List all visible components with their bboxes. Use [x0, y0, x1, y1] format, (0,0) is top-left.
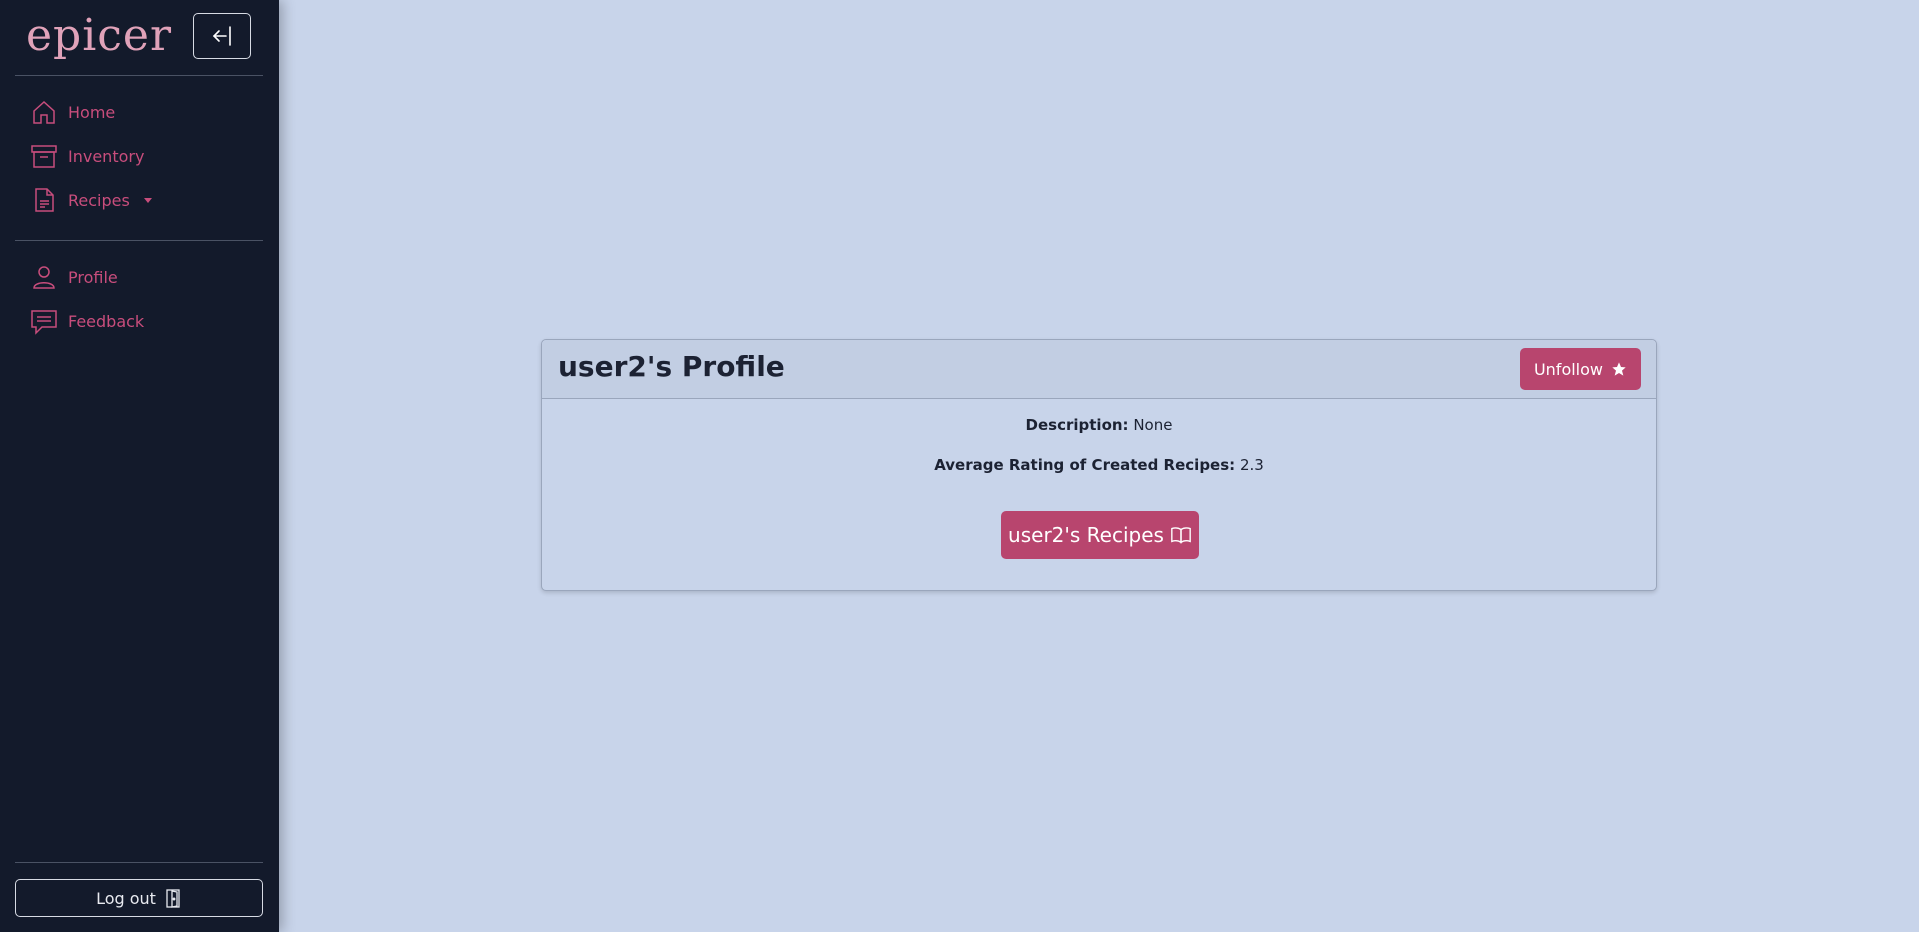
sidebar-divider — [15, 240, 263, 241]
arrow-left-bar-icon — [212, 26, 231, 46]
sidebar: epicer Home Inventory Recipes Profile Fe… — [0, 0, 279, 932]
collapse-sidebar-button[interactable] — [193, 13, 251, 59]
sidebar-item-label: Inventory — [68, 146, 145, 166]
app-logo[interactable]: epicer — [26, 8, 172, 64]
user-recipes-label: user2's Recipes — [1008, 523, 1164, 547]
archive-box-icon — [31, 145, 57, 168]
logout-label: Log out — [96, 888, 156, 908]
profile-card: user2's Profile Unfollow Description: No… — [541, 339, 1657, 591]
sidebar-item-feedback[interactable]: Feedback — [30, 303, 144, 339]
rating-value: 2.3 — [1239, 456, 1264, 474]
sidebar-item-label: Feedback — [68, 311, 145, 331]
brand-row: epicer — [0, 0, 279, 75]
sidebar-divider — [15, 75, 263, 76]
home-icon — [33, 100, 55, 124]
sidebar-item-home[interactable]: Home — [30, 94, 115, 130]
open-book-icon — [1171, 527, 1191, 544]
sidebar-item-profile[interactable]: Profile — [30, 259, 118, 295]
sidebar-item-label: Recipes — [68, 190, 130, 210]
description-value: None — [1133, 416, 1173, 434]
unfollow-label: Unfollow — [1533, 359, 1603, 379]
rating-row: Average Rating of Created Recipes: 2.3 — [542, 456, 1656, 474]
sidebar-item-recipes[interactable]: Recipes — [30, 182, 152, 218]
profile-card-header: user2's Profile Unfollow — [542, 340, 1656, 399]
chat-bubble-icon — [31, 310, 57, 335]
sidebar-item-label: Profile — [68, 267, 118, 287]
description-row: Description: None — [542, 416, 1656, 434]
star-icon — [1612, 362, 1626, 376]
rating-label: Average Rating of Created Recipes: — [934, 456, 1236, 474]
chevron-down-icon — [143, 197, 152, 203]
page-title: user2's Profile — [558, 350, 785, 383]
logout-button[interactable]: Log out — [15, 879, 263, 917]
sidebar-item-label: Home — [68, 102, 116, 122]
sidebar-divider — [15, 862, 263, 863]
sidebar-item-inventory[interactable]: Inventory — [30, 138, 144, 174]
unfollow-button[interactable]: Unfollow — [1519, 348, 1641, 390]
user-icon — [33, 266, 55, 289]
description-label: Description: — [1025, 416, 1129, 434]
document-icon — [35, 188, 54, 212]
door-icon — [166, 889, 180, 908]
user-recipes-button[interactable]: user2's Recipes — [1001, 511, 1199, 559]
